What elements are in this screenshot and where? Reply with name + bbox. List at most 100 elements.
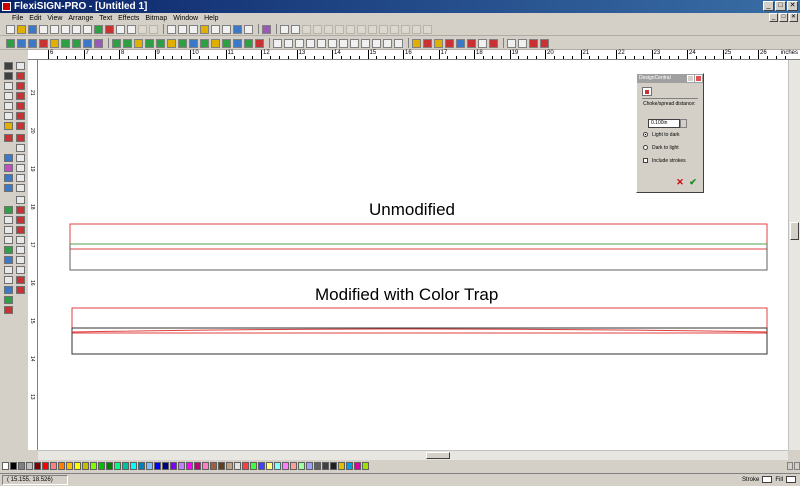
color-swatch[interactable] bbox=[42, 462, 49, 470]
rotate-left-icon[interactable] bbox=[507, 38, 516, 48]
color-swatch[interactable] bbox=[66, 462, 73, 470]
menu-window[interactable]: Window bbox=[173, 15, 198, 22]
angle-tool-icon[interactable] bbox=[16, 246, 25, 254]
line-tool-icon[interactable] bbox=[16, 102, 25, 110]
guides-icon[interactable] bbox=[222, 24, 231, 34]
color-swatch[interactable] bbox=[210, 462, 217, 470]
text-case-icon[interactable] bbox=[401, 24, 410, 34]
color-swatch[interactable] bbox=[58, 462, 65, 470]
redo-list-icon[interactable] bbox=[149, 24, 158, 34]
rectangle-tool-icon[interactable] bbox=[4, 102, 13, 110]
import-icon[interactable] bbox=[94, 24, 103, 34]
doc-restore-button[interactable]: □ bbox=[779, 13, 788, 22]
color-swatch[interactable] bbox=[90, 462, 97, 470]
maximize-button[interactable]: □ bbox=[775, 1, 786, 11]
color-swatch[interactable] bbox=[106, 462, 113, 470]
vertical-ruler[interactable]: 21 20 19 18 17 16 15 14 13 bbox=[28, 60, 38, 450]
color-swatch[interactable] bbox=[138, 462, 145, 470]
panel-close-button[interactable] bbox=[695, 75, 702, 82]
eraser-tool-icon[interactable] bbox=[16, 134, 25, 142]
bitmap-tool-icon[interactable] bbox=[4, 236, 13, 244]
star-shape-icon[interactable] bbox=[328, 38, 337, 48]
color-swatch[interactable] bbox=[282, 462, 289, 470]
break-icon[interactable] bbox=[50, 38, 59, 48]
diamond-shape-icon[interactable] bbox=[339, 38, 348, 48]
color-swatch[interactable] bbox=[98, 462, 105, 470]
node-tool-icon[interactable] bbox=[423, 38, 432, 48]
text-tool-icon[interactable] bbox=[280, 24, 289, 34]
grid-icon[interactable] bbox=[211, 24, 220, 34]
eyedropper-tool-icon[interactable] bbox=[4, 134, 13, 142]
measure-tool-icon[interactable] bbox=[4, 216, 13, 224]
flip-icon[interactable] bbox=[529, 38, 538, 48]
color-swatch[interactable] bbox=[2, 462, 9, 470]
align-center-icon[interactable] bbox=[145, 38, 154, 48]
color-swatch[interactable] bbox=[170, 462, 177, 470]
freehand-tool-icon[interactable] bbox=[16, 82, 25, 90]
menu-text[interactable]: Text bbox=[99, 15, 112, 22]
magnify-tool-icon[interactable] bbox=[4, 286, 13, 294]
height-tool-icon[interactable] bbox=[16, 236, 25, 244]
color-swatch[interactable] bbox=[362, 462, 369, 470]
stroke-swatch[interactable] bbox=[762, 476, 773, 483]
color-swatch[interactable] bbox=[346, 462, 353, 470]
text-path-icon[interactable] bbox=[423, 24, 432, 34]
vertical-scroll-thumb[interactable] bbox=[790, 222, 799, 240]
dimension-tool-icon[interactable] bbox=[16, 216, 25, 224]
menu-view[interactable]: View bbox=[47, 15, 62, 22]
shape-options-icon[interactable] bbox=[394, 38, 403, 48]
split-icon[interactable] bbox=[467, 38, 476, 48]
contour-icon[interactable] bbox=[233, 38, 242, 48]
fill-swatch[interactable] bbox=[786, 476, 796, 483]
doc-close-button[interactable]: ✕ bbox=[789, 13, 798, 22]
cancel-icon[interactable]: ✕ bbox=[675, 178, 685, 188]
arrange-front-icon[interactable] bbox=[112, 38, 121, 48]
horizontal-scrollbar[interactable] bbox=[38, 450, 788, 460]
combine-icon[interactable] bbox=[39, 38, 48, 48]
color-swatch[interactable] bbox=[130, 462, 137, 470]
envelope-tool-icon[interactable] bbox=[16, 276, 25, 284]
bezier-tool-icon[interactable] bbox=[16, 72, 25, 80]
smooth-icon[interactable] bbox=[478, 38, 487, 48]
align-top-icon[interactable] bbox=[167, 38, 176, 48]
help-icon[interactable] bbox=[262, 24, 271, 34]
color-swatch[interactable] bbox=[330, 462, 337, 470]
triangle-shape-icon[interactable] bbox=[361, 38, 370, 48]
horizontal-ruler[interactable]: inches 6 7 8 9 10 11 12 13 14 15 16 17 18 19 20 21 22 23 2… bbox=[28, 50, 800, 60]
ungroup-icon[interactable] bbox=[28, 38, 37, 48]
align-right-icon[interactable] bbox=[156, 38, 165, 48]
weld-icon[interactable] bbox=[61, 38, 70, 48]
menu-arrange[interactable]: Arrange bbox=[68, 15, 93, 22]
star-tool-icon[interactable] bbox=[16, 184, 25, 192]
color-swatch[interactable] bbox=[234, 462, 241, 470]
cut-icon[interactable] bbox=[61, 24, 70, 34]
align-middle-icon[interactable] bbox=[178, 38, 187, 48]
color-swatch[interactable] bbox=[122, 462, 129, 470]
baseline-icon[interactable] bbox=[368, 24, 377, 34]
zoom-page-icon[interactable] bbox=[189, 24, 198, 34]
minimize-button[interactable]: _ bbox=[763, 1, 774, 11]
color-tool-icon[interactable] bbox=[4, 154, 13, 162]
transparency-tool-icon[interactable] bbox=[4, 174, 13, 182]
color-trap-tab[interactable] bbox=[642, 87, 652, 96]
zoom-icon[interactable] bbox=[167, 24, 176, 34]
open-file-icon[interactable] bbox=[17, 24, 26, 34]
zoom-in-tool-icon[interactable] bbox=[4, 256, 13, 264]
blend-tool-icon[interactable] bbox=[16, 286, 25, 294]
undo-list-icon[interactable] bbox=[138, 24, 147, 34]
text-justify-icon[interactable] bbox=[335, 24, 344, 34]
mirror-icon[interactable] bbox=[94, 38, 103, 48]
color-swatch[interactable] bbox=[218, 462, 225, 470]
color-swatch[interactable] bbox=[50, 462, 57, 470]
radius-tool-icon[interactable] bbox=[16, 256, 25, 264]
rotate-right-icon[interactable] bbox=[518, 38, 527, 48]
color-swatch[interactable] bbox=[154, 462, 161, 470]
horizontal-scroll-thumb[interactable] bbox=[426, 452, 450, 459]
color-swatch[interactable] bbox=[162, 462, 169, 470]
intersect-icon[interactable] bbox=[83, 38, 92, 48]
text-tool-icon[interactable] bbox=[4, 72, 13, 80]
scissors-tool-icon[interactable] bbox=[16, 206, 25, 214]
ellipse-shape-icon[interactable] bbox=[284, 38, 293, 48]
design-central-title[interactable]: DesignCentral bbox=[637, 74, 703, 83]
zoom-fit-icon[interactable] bbox=[178, 24, 187, 34]
